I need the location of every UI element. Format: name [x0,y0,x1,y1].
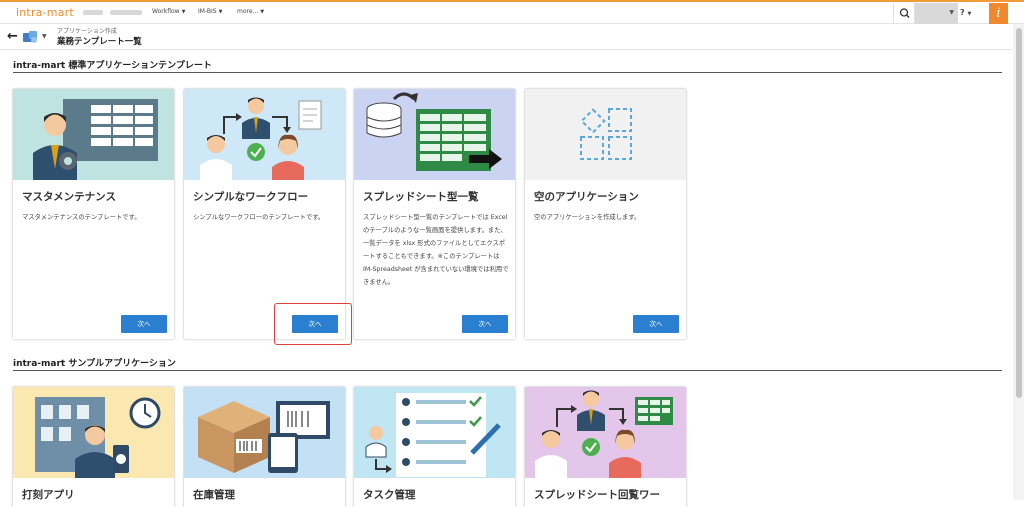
card-description: マスタメンテナンスのテンプレートです。 [22,214,141,221]
back-arrow-icon[interactable]: ← [7,29,18,44]
sample-card-inventory[interactable]: 在庫管理 [184,387,345,507]
simple-workflow-illustration [184,89,345,180]
section-title-standard-templates: intra-mart 標準アプリケーションテンプレート [13,61,212,71]
chevron-down-icon: ▼ [949,9,954,16]
timestamp-app-illustration [13,387,174,478]
search-button[interactable] [893,3,915,24]
chevron-down-icon: ▼ [967,11,972,17]
section-divider [13,370,1002,371]
chevron-down-icon[interactable]: ▼ [42,33,47,40]
next-button[interactable]: 次へ [121,315,167,333]
next-button[interactable]: 次へ [462,315,508,333]
section-divider [13,72,1002,73]
empty-application-illustration [525,89,686,180]
card-description: シンプルなワークフローのテンプレートです。 [193,214,325,221]
spreadsheet-list-illustration [354,89,515,180]
nav-item-im-bis[interactable]: IM-BIS ▼ [198,8,222,15]
card-title: シンプルなワークフロー [193,191,309,203]
section-title-sample-applications: intra-mart サンプルアプリケーション [13,359,176,369]
help-menu[interactable]: ? ▼ [960,8,971,17]
user-menu[interactable]: ▼ [915,3,958,24]
sample-card-task-management[interactable]: タスク管理 [354,387,515,507]
task-management-illustration [354,387,515,478]
template-card-simple-workflow[interactable]: シンプルなワークフロー シンプルなワークフローのテンプレートです。 次へ [184,89,345,339]
scrollbar-thumb[interactable] [1016,28,1022,398]
card-description: 空のアプリケーションを作成します。 [534,214,641,221]
master-maintenance-illustration [13,89,174,180]
spreadsheet-circulation-illustration [525,387,686,478]
sample-card-spreadsheet-circulation[interactable]: スプレッドシート回覧ワー [525,387,686,507]
card-title: 空のアプリケーション [534,191,639,203]
app-logo[interactable]: intra-mart [16,6,74,19]
sample-card-timestamp-app[interactable]: 打刻アプリ [13,387,174,507]
card-description: スプレッドシート型一覧のテンプレートでは Excel のテーブルのような一覧画面… [363,214,509,286]
application-icon[interactable] [22,30,40,44]
nav-item-redacted[interactable] [110,10,142,15]
info-icon[interactable]: i [989,3,1008,24]
breadcrumb: ← ▼ アプリケーション作成 業務テンプレート一覧 [0,24,1012,50]
card-title: マスタメンテナンス [22,191,116,203]
nav-item-redacted[interactable] [83,10,103,15]
page-title: 業務テンプレート一覧 [57,37,142,47]
search-icon [899,8,910,19]
nav-item-more[interactable]: more... ▼ [237,8,264,15]
template-card-master-maintenance[interactable]: マスタメンテナンス マスタメンテナンスのテンプレートです。 次へ [13,89,174,339]
inventory-illustration [184,387,345,478]
global-header: intra-mart Workflow ▼ IM-BIS ▼ more... ▼ ▼ … [0,0,1024,24]
next-button[interactable]: 次へ [633,315,679,333]
nav-item-workflow[interactable]: Workflow ▼ [152,8,185,15]
template-card-empty-application[interactable]: 空のアプリケーション 空のアプリケーションを作成します。 次へ [525,89,686,339]
template-card-spreadsheet-list[interactable]: スプレッドシート型一覧 スプレッドシート型一覧のテンプレートでは Excel の… [354,89,515,339]
highlight-annotation [274,303,352,345]
breadcrumb-parent[interactable]: アプリケーション作成 [57,26,117,35]
card-title: スプレッドシート型一覧 [363,191,479,203]
